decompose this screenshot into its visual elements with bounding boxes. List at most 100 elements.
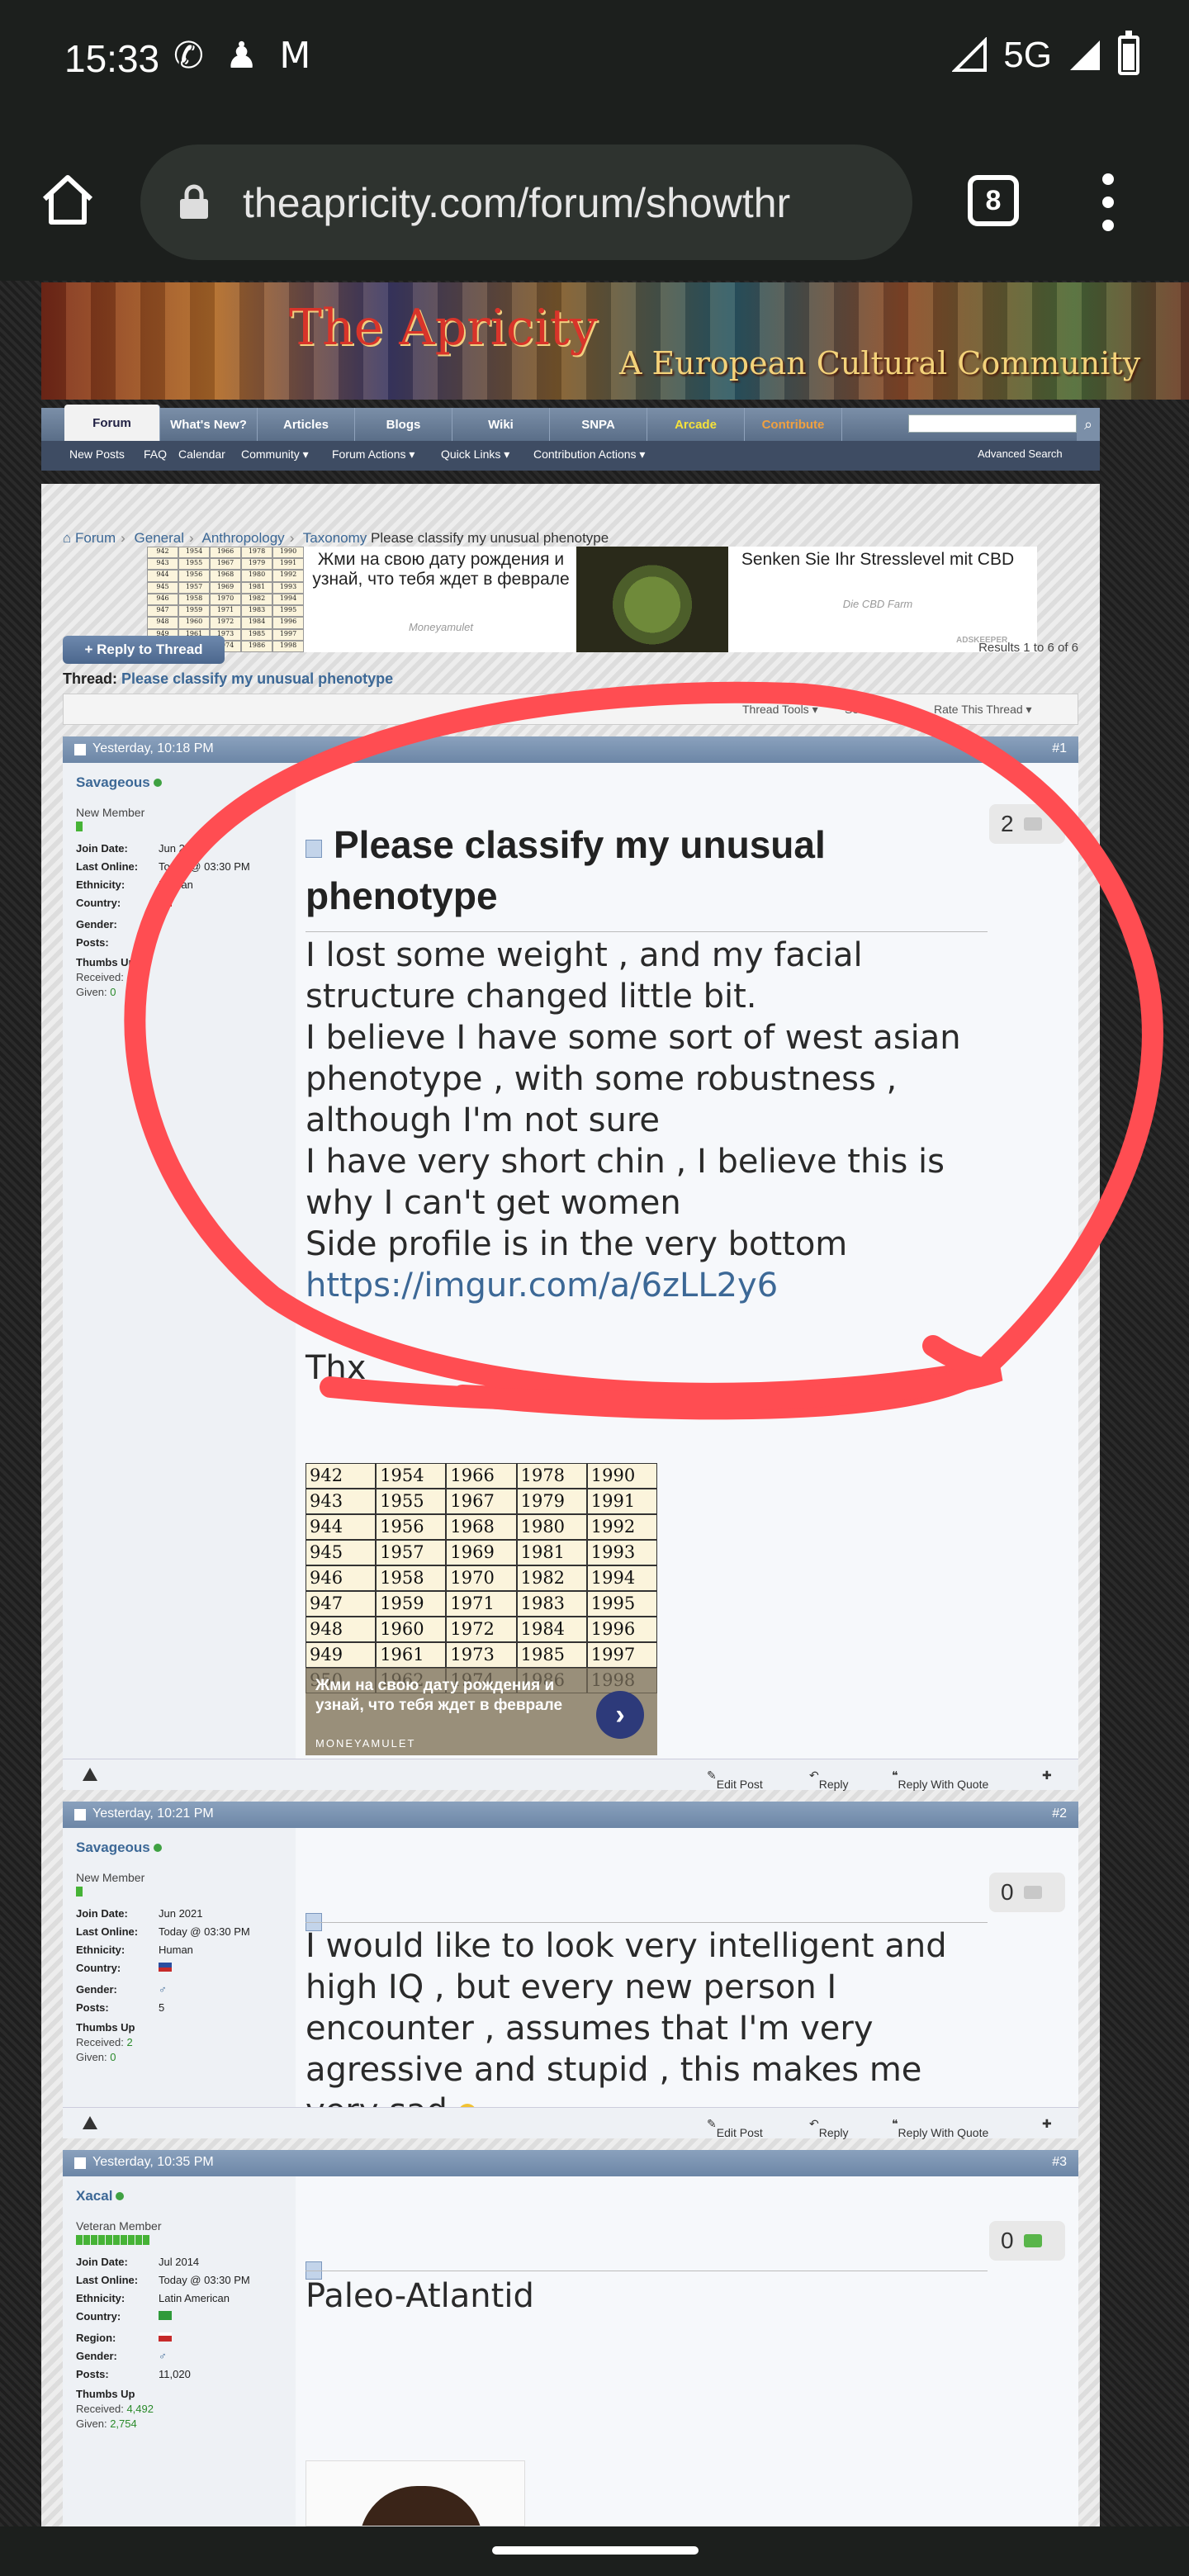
ad-grid-cell: 1954 (178, 547, 210, 559)
post-number[interactable]: #1 (1052, 741, 1067, 756)
thumbs-up-count[interactable]: 0 (989, 2221, 1065, 2261)
home-icon[interactable] (38, 169, 97, 229)
post-number[interactable]: #3 (1052, 2155, 1067, 2170)
breadcrumb: ⌂ Forum › General › Anthropology › Taxonomy… (63, 530, 609, 546)
top-ad-banner[interactable]: 942 1954 1966 1978 1990 943 1955 1967 1979 1991 94… (147, 547, 1037, 652)
site-banner[interactable]: The Apricity A European Cultural Communi… (41, 282, 1189, 400)
imgur-link[interactable]: https://imgur.com/a/6zLL2y6 (306, 1265, 988, 1306)
tab-arcade[interactable]: Arcade (647, 408, 745, 441)
info-ethnicity: Ethnicity: Human (76, 878, 193, 891)
subnav-calendar[interactable]: Calendar (178, 447, 225, 461)
inline-ad-text[interactable]: Жми на свою дату рождения и узнай, что т… (315, 1676, 588, 1716)
edit-post-button[interactable]: ✎ Edit Post (707, 1769, 763, 1791)
report-icon[interactable] (83, 1768, 97, 1781)
ad-grid-cell: 944 (306, 1514, 377, 1540)
breadcrumb-forum[interactable]: Forum (75, 530, 116, 546)
home-gesture-handle[interactable] (492, 2546, 699, 2555)
region-flag-icon (159, 2332, 172, 2342)
results-count: Results 1 to 6 of 6 (978, 641, 1078, 655)
info-region: Region: (76, 2332, 172, 2344)
home-icon[interactable]: ⌂ (63, 530, 71, 546)
reply-with-quote-button[interactable]: ❝ Reply With Quote (892, 2117, 988, 2139)
post-header: Yesterday, 10:35 PM #3 (63, 2150, 1078, 2176)
address-bar[interactable]: theapricity.com/forum/showthr (140, 144, 912, 260)
ad-grid-cell: 1981 (241, 581, 272, 594)
ad-grid-cell: 1959 (376, 1591, 447, 1617)
ad-cbd-image[interactable] (576, 547, 728, 652)
subnav-faq[interactable]: FAQ (144, 447, 167, 461)
browser-toolbar: theapricity.com/forum/showthr 8 (0, 124, 1189, 281)
tab-forum[interactable]: Forum (64, 405, 160, 441)
ad-grid-cell: 1982 (241, 593, 272, 606)
subnav-community[interactable]: Community ▾ (241, 447, 309, 462)
ad-overlay[interactable]: Жми на свою дату рождения и узнай, что т… (306, 1668, 657, 1755)
ad-grid-cell: 1971 (446, 1591, 517, 1617)
post-number[interactable]: #2 (1052, 1807, 1067, 1821)
ad-grid-cell: 1983 (516, 1591, 587, 1617)
post-line-4: Side profile is in the very bottom (306, 1225, 848, 1263)
search-thread-menu[interactable]: Search T (845, 703, 892, 716)
chevron-right-icon[interactable]: › (596, 1691, 644, 1739)
user-title: New Member (76, 806, 145, 819)
tab-switcher-button[interactable]: 8 (968, 175, 1019, 226)
report-icon[interactable] (83, 2116, 97, 2129)
subnav-new-posts[interactable]: New Posts (69, 447, 125, 461)
subnav-quick-links[interactable]: Quick Links ▾ (441, 447, 509, 462)
subnav-forum-actions[interactable]: Forum Actions ▾ (332, 447, 414, 462)
search-icon[interactable]: ⌕ (1077, 408, 1100, 441)
thumbs-up-count[interactable]: 2 (989, 804, 1065, 844)
ad-grid-cell: 1970 (210, 593, 241, 606)
thumbs-up-count[interactable]: 0 (989, 1873, 1065, 1912)
ad-grid-cell: 1957 (376, 1540, 447, 1565)
search-input[interactable] (908, 414, 1077, 433)
thread-tools-menu[interactable]: Thread Tools ▾ (742, 703, 818, 717)
username-text[interactable]: Savageous (76, 1840, 150, 1855)
username[interactable]: Savageous (76, 1840, 162, 1856)
reply-to-thread-button[interactable]: + Reply to Thread (63, 636, 225, 664)
tab-contribute[interactable]: Contribute (745, 408, 842, 441)
online-status-icon (116, 2192, 125, 2200)
rate-thread-menu[interactable]: Rate This Thread ▾ (934, 703, 1032, 717)
reply-button[interactable]: ↶ Reply (809, 1769, 849, 1791)
tab-wiki[interactable]: Wiki (452, 408, 550, 441)
advanced-search-link[interactable]: Advanced Search (978, 447, 1063, 460)
thread-title-link[interactable]: Please classify my unusual phenotype (121, 670, 393, 687)
ad-grid-cell: 1956 (376, 1514, 447, 1540)
post-message: I lost some weight , and my facial struc… (306, 935, 988, 1389)
username-text[interactable]: Savageous (76, 774, 150, 790)
web-page: The Apricity A European Cultural Communi… (0, 281, 1189, 2526)
ad-grid-cell: 947 (147, 605, 178, 618)
ad-text-1[interactable]: Жми на свою дату рождения и узнай, что т… (309, 550, 573, 590)
breadcrumb-anthropology[interactable]: Anthropology (202, 530, 285, 546)
ad-grid-cell: 1992 (272, 570, 304, 582)
multiquote-icon[interactable]: ✚ (1042, 1769, 1052, 1783)
pokemon-icon: ♟ (225, 35, 258, 77)
tab-snpa[interactable]: SNPA (550, 408, 647, 441)
username-text[interactable]: Xacal (76, 2188, 112, 2204)
username[interactable]: Xacal (76, 2188, 125, 2204)
tab-whats-new[interactable]: What's New? (160, 408, 258, 441)
post-title: Please classify my unusual phenotype (306, 823, 826, 917)
tab-articles[interactable]: Articles (258, 408, 355, 441)
attached-photo[interactable] (306, 2460, 525, 2526)
ad-text-2[interactable]: Senken Sie Ihr Stresslevel mit CBD (733, 550, 1022, 570)
post-message-text: Paleo-Atlantid (306, 2277, 534, 2315)
wifi-signal-icon (952, 37, 988, 72)
multiquote-icon[interactable]: ✚ (1042, 2117, 1052, 2131)
thread-label-prefix: Thread: (63, 670, 118, 687)
user-info: Savageous New Member Join Date: Jun 2021 … (63, 1828, 296, 2107)
ad-grid-cell: 1997 (272, 628, 304, 641)
subnav-contribution-actions[interactable]: Contribution Actions ▾ (533, 447, 645, 462)
reply-button[interactable]: ↶ Reply (809, 2117, 849, 2139)
breadcrumb-taxonomy[interactable]: Taxonomy (303, 530, 367, 546)
info-ethnicity: Ethnicity: Human (76, 1944, 193, 1956)
user-title: New Member (76, 1871, 145, 1884)
breadcrumb-general[interactable]: General (135, 530, 184, 546)
reply-with-quote-button[interactable]: ❝ Reply With Quote (892, 1769, 988, 1791)
overflow-menu-icon[interactable] (1100, 173, 1116, 231)
username[interactable]: Savageous (76, 774, 162, 791)
inline-ad[interactable]: 942 1954 1966 1978 1990 943 1955 1967 1979 1991 94… (306, 1463, 657, 1755)
tab-blogs[interactable]: Blogs (355, 408, 452, 441)
info-last-online: Last Online: Today @ 03:30 PM (76, 860, 250, 873)
edit-post-button[interactable]: ✎ Edit Post (707, 2117, 763, 2139)
